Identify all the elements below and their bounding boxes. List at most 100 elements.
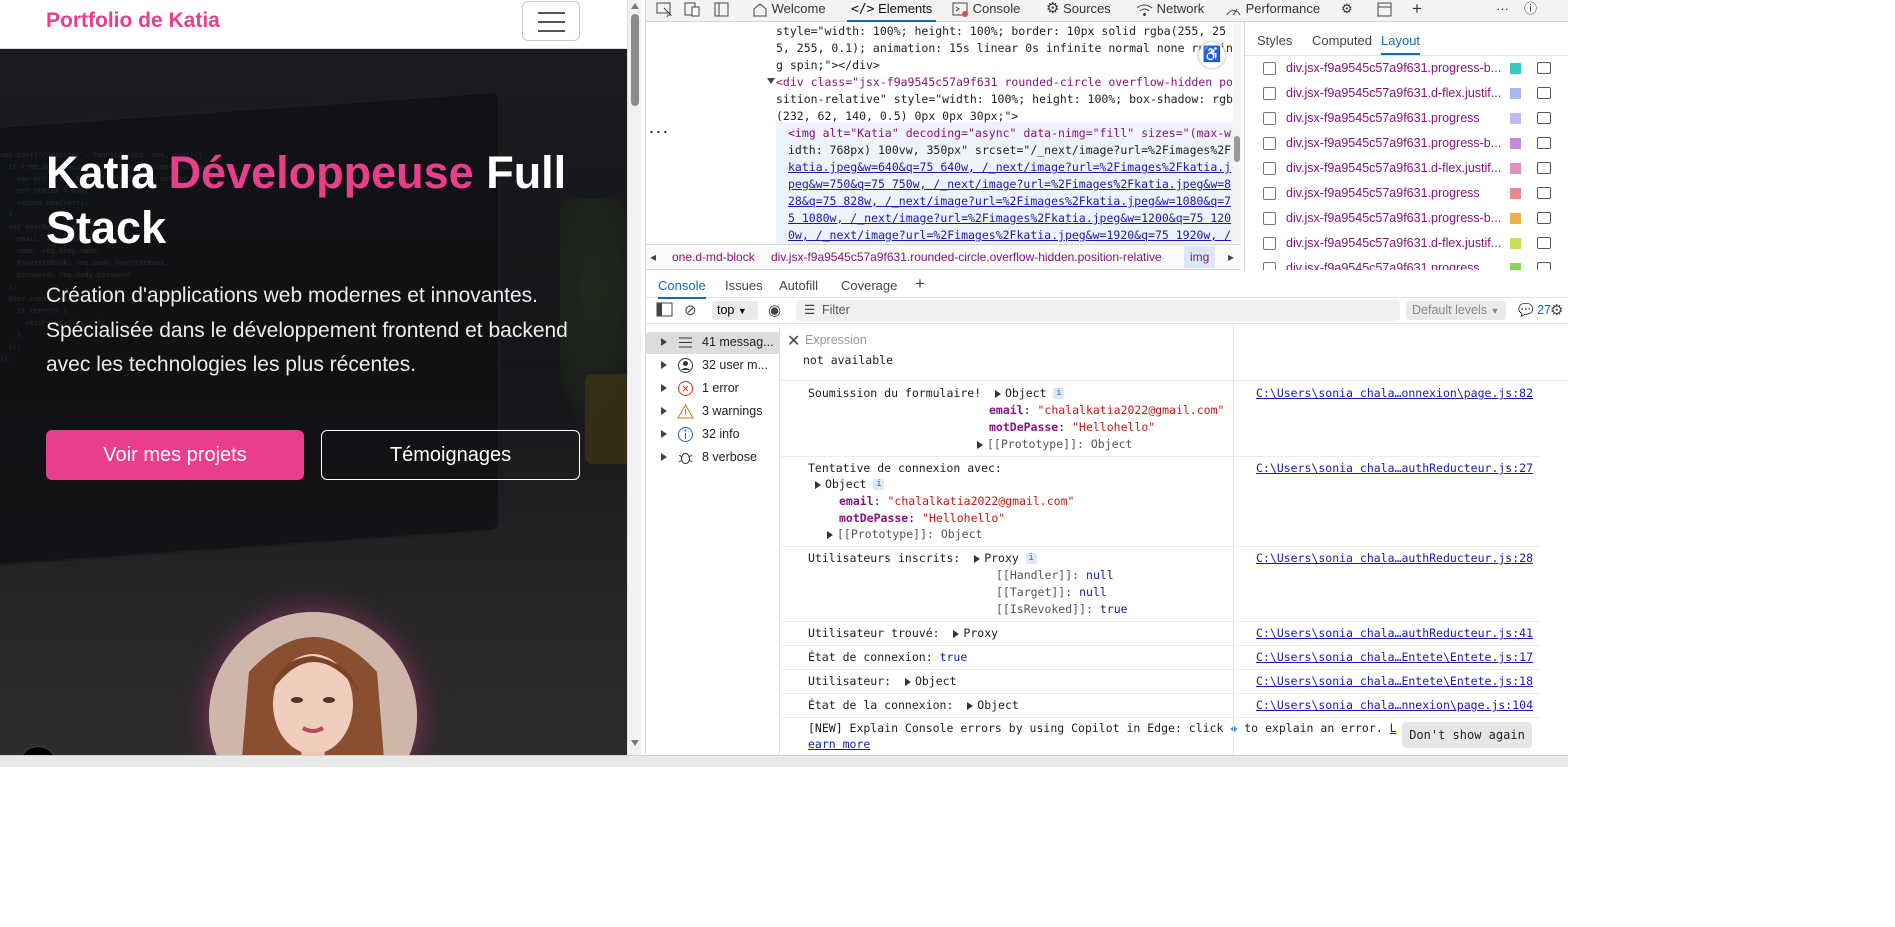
source-link[interactable]: C:\Users\sonia chala…authReducteur.js:41 <box>1256 626 1533 640</box>
console-message[interactable]: Tentative de connexion avec: C:\Users\so… <box>781 457 1541 547</box>
overlay-color-swatch[interactable] <box>1510 163 1521 174</box>
add-tab-icon[interactable]: + <box>1412 0 1422 22</box>
layout-grid-row[interactable]: div.jsx-f9a9545c57a9f631.progress-b... <box>1245 208 1568 232</box>
dom-line-selected[interactable]: <img alt="Katia" decoding="async" data-n… <box>788 125 1231 142</box>
drawer-tab-console[interactable]: Console <box>658 278 706 299</box>
add-drawer-tab-icon[interactable]: + <box>915 274 925 294</box>
dom-line[interactable]: g spin;"></div> <box>776 57 880 74</box>
overlay-color-swatch[interactable] <box>1510 113 1521 124</box>
breadcrumb-current[interactable]: img <box>1184 246 1216 268</box>
testimonials-button[interactable]: Témoignages <box>321 430 580 480</box>
breadcrumb-forward-icon[interactable]: ▸ <box>1228 250 1234 264</box>
elements-tree[interactable]: style="width: 100%; height: 100%; border… <box>646 22 1241 244</box>
overlay-color-swatch[interactable] <box>1510 88 1521 99</box>
sidebar-item-info[interactable]: 32 info <box>646 424 780 446</box>
overlay-checkbox[interactable] <box>1263 237 1276 250</box>
dock-side-icon[interactable] <box>714 0 729 22</box>
tab-performance[interactable]: Performance <box>1225 0 1320 22</box>
drawer-tab-issues[interactable]: Issues <box>725 278 763 293</box>
reveal-node-icon[interactable] <box>1537 237 1551 249</box>
learn-more-link[interactable]: earn more <box>808 737 870 751</box>
dont-show-again-button[interactable]: Don't show again <box>1402 722 1532 748</box>
overlay-checkbox[interactable] <box>1263 87 1276 100</box>
overlay-color-swatch[interactable] <box>1510 213 1521 224</box>
brand-logo[interactable]: Portfolio de Katia <box>46 9 220 33</box>
node-menu-ellipsis[interactable]: ... <box>648 121 669 138</box>
overlay-checkbox[interactable] <box>1263 62 1276 75</box>
console-message[interactable]: Utilisateur: Object C:\Users\sonia chala… <box>781 670 1541 694</box>
dom-line[interactable]: idth: 768px) 100vw, 350px" srcset="/_nex… <box>788 142 1231 159</box>
breadcrumb-item[interactable]: div.jsx-f9a9545c57a9f631.rounded-circle.… <box>771 250 1162 264</box>
overlay-checkbox[interactable] <box>1263 187 1276 200</box>
tab-network[interactable]: Network <box>1136 0 1204 22</box>
layout-grid-row[interactable]: div.jsx-f9a9545c57a9f631.progress <box>1245 258 1568 270</box>
collapse-arrow-icon[interactable] <box>767 78 775 84</box>
breadcrumb-item[interactable]: one.d-md-block <box>672 250 755 264</box>
learn-more-link[interactable]: L <box>1390 721 1397 735</box>
source-link[interactable]: C:\Users\sonia chala…authReducteur.js:27 <box>1256 461 1533 475</box>
sidebar-item-user-messages[interactable]: 32 user m... <box>646 355 780 377</box>
overlay-color-swatch[interactable] <box>1510 188 1521 199</box>
source-link[interactable]: C:\Users\sonia chala…authReducteur.js:28 <box>1256 551 1533 565</box>
source-link[interactable]: C:\Users\sonia chala…Entete\Entete.js:17 <box>1256 650 1533 664</box>
overlay-color-swatch[interactable] <box>1510 63 1521 74</box>
application-icon[interactable] <box>1377 0 1392 22</box>
close-icon[interactable]: ✕ <box>787 331 800 350</box>
source-link[interactable]: C:\Users\sonia chala…nnexion\page.js:104 <box>1256 698 1533 712</box>
reveal-node-icon[interactable] <box>1537 62 1551 74</box>
device-emulation-icon[interactable] <box>684 0 701 22</box>
overlay-checkbox[interactable] <box>1263 162 1276 175</box>
help-icon[interactable]: ⓘ <box>1524 0 1537 22</box>
layout-element-label[interactable]: div.jsx-f9a9545c57a9f631.progress-b... <box>1286 61 1514 75</box>
layout-grid-row[interactable]: div.jsx-f9a9545c57a9f631.d-flex.justif..… <box>1245 158 1568 182</box>
layout-grid-row[interactable]: div.jsx-f9a9545c57a9f631.progress <box>1245 108 1568 132</box>
layout-grid-row[interactable]: div.jsx-f9a9545c57a9f631.d-flex.justif..… <box>1245 233 1568 257</box>
layout-element-label[interactable]: div.jsx-f9a9545c57a9f631.d-flex.justif..… <box>1286 236 1514 250</box>
settings-icon[interactable]: ⚙ <box>1341 0 1353 22</box>
console-settings-icon[interactable]: ⚙ <box>1550 301 1563 319</box>
dom-line[interactable]: 5 1080w, /_next/image?url=%2Fimages%2Fka… <box>788 210 1231 227</box>
overlay-checkbox[interactable] <box>1263 137 1276 150</box>
dom-line[interactable]: style="width: 100%; height: 100%; border… <box>776 23 1226 40</box>
tab-styles[interactable]: Styles <box>1257 33 1292 48</box>
layout-grid-row[interactable]: div.jsx-f9a9545c57a9f631.progress-b... <box>1245 133 1568 157</box>
layout-element-label[interactable]: div.jsx-f9a9545c57a9f631.progress <box>1286 111 1514 125</box>
breadcrumb-back-icon[interactable]: ◂ <box>650 250 656 264</box>
overlay-color-swatch[interactable] <box>1510 263 1521 270</box>
dom-line[interactable]: katia.jpeg&w=640&q=75 640w, /_next/image… <box>788 159 1231 176</box>
reveal-node-icon[interactable] <box>1537 137 1551 149</box>
overlay-checkbox[interactable] <box>1263 112 1276 125</box>
dom-line[interactable]: 0w, /_next/image?url=%2Fimages%2Fkatia.j… <box>788 227 1231 244</box>
dom-line[interactable]: <div class="jsx-f9a9545c57a9f631 rounded… <box>776 74 1233 91</box>
layout-grid-row[interactable]: div.jsx-f9a9545c57a9f631.progress-b... <box>1245 58 1568 82</box>
console-message[interactable]: Soumission du formulaire! Object i C:\Us… <box>781 382 1541 457</box>
console-message[interactable]: État de la connexion: Object C:\Users\so… <box>781 694 1541 718</box>
console-message[interactable]: Utilisateurs inscrits: Proxy i C:\Users\… <box>781 547 1541 622</box>
sidebar-item-messages[interactable]: 41 messag... <box>646 332 780 354</box>
dom-line[interactable]: 5, 255, 0.1); animation: 15s linear 0s i… <box>776 40 1233 57</box>
sidebar-item-warnings[interactable]: 3 warnings <box>646 401 780 423</box>
reveal-node-icon[interactable] <box>1537 87 1551 99</box>
live-expression[interactable]: ✕ Expression not available <box>781 331 1568 381</box>
overlay-color-swatch[interactable] <box>1510 238 1521 249</box>
dom-line[interactable]: sition-relative" style="width: 100%; hei… <box>776 91 1240 108</box>
tab-elements[interactable]: </> Elements <box>847 0 937 22</box>
clear-console-icon[interactable]: ⊘ <box>684 301 697 319</box>
tab-layout[interactable]: Layout <box>1381 33 1421 55</box>
dom-line[interactable]: 28&q=75 828w, /_next/image?url=%2Fimages… <box>788 193 1231 210</box>
layout-element-label[interactable]: div.jsx-f9a9545c57a9f631.progress <box>1286 261 1514 270</box>
tab-sources[interactable]: ⚙ Sources <box>1046 0 1111 22</box>
elements-scrollbar[interactable] <box>1233 22 1241 244</box>
drawer-tab-coverage[interactable]: Coverage <box>841 278 897 293</box>
layout-element-label[interactable]: div.jsx-f9a9545c57a9f631.progress-b... <box>1286 136 1514 150</box>
layout-element-label[interactable]: div.jsx-f9a9545c57a9f631.progress-b... <box>1286 211 1514 225</box>
source-link[interactable]: C:\Users\sonia chala…Entete\Entete.js:18 <box>1256 674 1533 688</box>
menu-toggle-button[interactable] <box>522 1 580 41</box>
expression-input[interactable]: Expression <box>805 333 867 347</box>
drawer-tab-autofill[interactable]: Autofill <box>779 278 818 293</box>
issues-counter[interactable]: 💬 27 <box>1518 303 1551 318</box>
context-selector[interactable]: top ▼ <box>712 301 758 320</box>
reveal-node-icon[interactable] <box>1537 187 1551 199</box>
console-filter-input[interactable]: ☰ Filter <box>796 300 1400 321</box>
reveal-node-icon[interactable] <box>1537 162 1551 174</box>
